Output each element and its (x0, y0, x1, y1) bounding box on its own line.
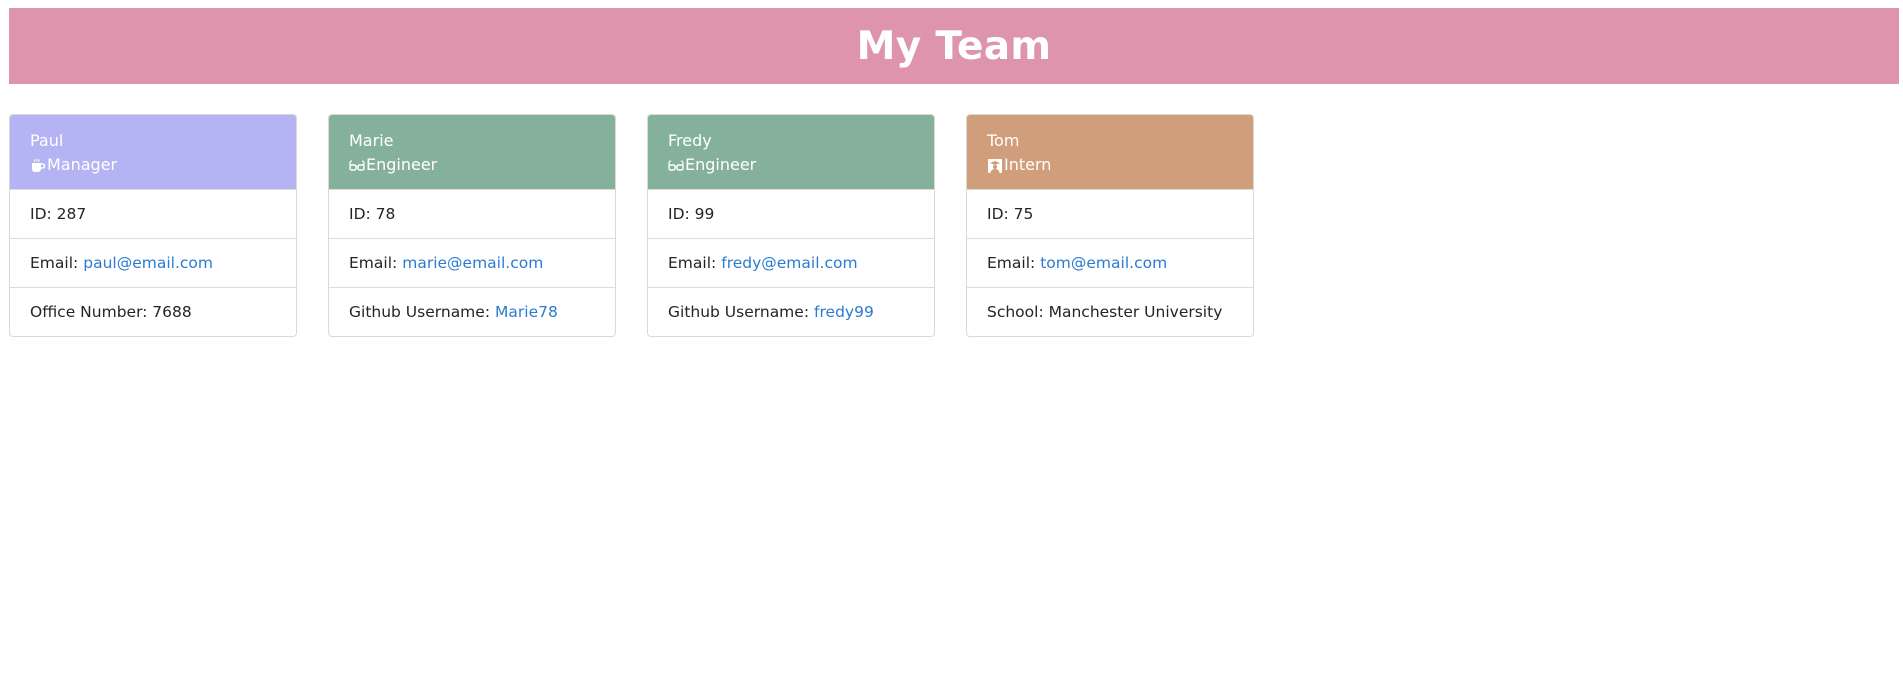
id-text: ID: 99 (668, 205, 715, 223)
id-text: ID: 78 (349, 205, 396, 223)
role-line: Intern (987, 153, 1233, 177)
github-username: Github Username: Marie78 (329, 287, 615, 336)
github-username: Github Username: fredy99 (648, 287, 934, 336)
role-line: Manager (30, 153, 276, 177)
employee-name: Fredy (668, 131, 712, 150)
page-header: My Team (9, 8, 1899, 84)
employee-role: Engineer (366, 155, 438, 174)
glasses-icon (349, 157, 365, 173)
employee-id: ID: 75 (967, 189, 1253, 238)
github-label: Github Username: (349, 303, 491, 321)
email-label: Email: (349, 254, 398, 272)
email-label: Email: (30, 254, 79, 272)
github-label: Github Username: (668, 303, 810, 321)
github-link[interactable]: fredy99 (814, 303, 874, 321)
card-header: Paul Manager (10, 115, 296, 189)
employee-id: ID: 78 (329, 189, 615, 238)
email-link[interactable]: marie@email.com (402, 254, 543, 272)
school: School: Manchester University (967, 287, 1253, 336)
employee-id: ID: 99 (648, 189, 934, 238)
email-label: Email: (987, 254, 1036, 272)
employee-id: ID: 287 (10, 189, 296, 238)
employee-email: Email: tom@email.com (967, 238, 1253, 287)
github-link[interactable]: Marie78 (495, 303, 558, 321)
glasses-icon (668, 157, 684, 173)
office-number: Office Number: 7688 (10, 287, 296, 336)
role-line: Engineer (668, 153, 914, 177)
mug-icon (30, 157, 46, 173)
email-label: Email: (668, 254, 717, 272)
employee-email: Email: marie@email.com (329, 238, 615, 287)
email-link[interactable]: fredy@email.com (721, 254, 857, 272)
school-text: School: Manchester University (987, 303, 1223, 321)
role-line: Engineer (349, 153, 595, 177)
employee-name: Paul (30, 131, 64, 150)
employee-role: Manager (47, 155, 118, 174)
employee-card-tom: Tom Intern ID: 75 Email: tom@email.com S… (966, 114, 1254, 337)
employee-email: Email: paul@email.com (10, 238, 296, 287)
team-cards: Paul Manager ID: 287 Email: paul@email.c… (9, 114, 1254, 337)
email-link[interactable]: paul@email.com (83, 254, 213, 272)
id-text: ID: 287 (30, 205, 87, 223)
office-number-text: Office Number: 7688 (30, 303, 192, 321)
email-link[interactable]: tom@email.com (1040, 254, 1167, 272)
employee-name: Marie (349, 131, 394, 150)
card-header: Tom Intern (967, 115, 1253, 189)
employee-role: Intern (1004, 155, 1052, 174)
card-header: Marie Engineer (329, 115, 615, 189)
employee-role: Engineer (685, 155, 757, 174)
card-header: Fredy Engineer (648, 115, 934, 189)
employee-name: Tom (987, 131, 1020, 150)
id-text: ID: 75 (987, 205, 1034, 223)
employee-card-fredy: Fredy Engineer ID: 99 Email: fredy@email… (647, 114, 935, 337)
employee-card-paul: Paul Manager ID: 287 Email: paul@email.c… (9, 114, 297, 337)
employee-card-marie: Marie Engineer ID: 78 Email: marie@email… (328, 114, 616, 337)
graduate-icon (987, 157, 1003, 173)
page-title: My Team (856, 23, 1052, 69)
employee-email: Email: fredy@email.com (648, 238, 934, 287)
